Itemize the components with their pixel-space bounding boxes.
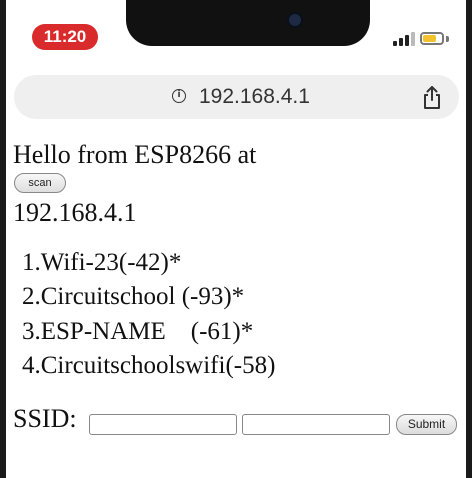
page-heading: Hello from ESP8266 at: [13, 140, 257, 169]
page-content: Hello from ESP8266 at scan 192.168.4.1 1…: [0, 122, 472, 478]
network-item: 4.Circuitschoolswifi(-58): [22, 352, 276, 379]
info-icon[interactable]: i: [172, 89, 186, 103]
camera-notch: [126, 0, 370, 46]
scan-button[interactable]: scan: [14, 173, 66, 193]
network-item: 2.Circuitschool (-93)*: [22, 283, 245, 310]
submit-button[interactable]: Submit: [396, 414, 457, 435]
status-bar: 11:20: [0, 0, 472, 66]
status-time: 11:20: [32, 24, 98, 50]
phone-bezel-right: [466, 0, 472, 478]
url-text[interactable]: 192.168.4.1: [199, 83, 310, 111]
signal-strength-icon: [393, 32, 417, 46]
network-item: 1.Wifi-23(-42)*: [22, 249, 182, 276]
battery-level: [423, 35, 436, 42]
battery-cap: [446, 36, 449, 42]
ip-address: 192.168.4.1: [13, 198, 137, 227]
front-camera: [289, 14, 301, 26]
phone-bezel-left: [0, 0, 6, 478]
password-input[interactable]: [242, 414, 390, 435]
battery-icon: [420, 32, 444, 45]
network-item: 3.ESP-NAME (-61)*: [22, 318, 254, 345]
ssid-input[interactable]: [89, 414, 237, 435]
phone-screen: 11:20 i 192.168.4.1 Hello from ESP8266 a…: [0, 0, 472, 478]
share-icon[interactable]: [421, 84, 443, 110]
ssid-label: SSID:: [13, 404, 77, 433]
